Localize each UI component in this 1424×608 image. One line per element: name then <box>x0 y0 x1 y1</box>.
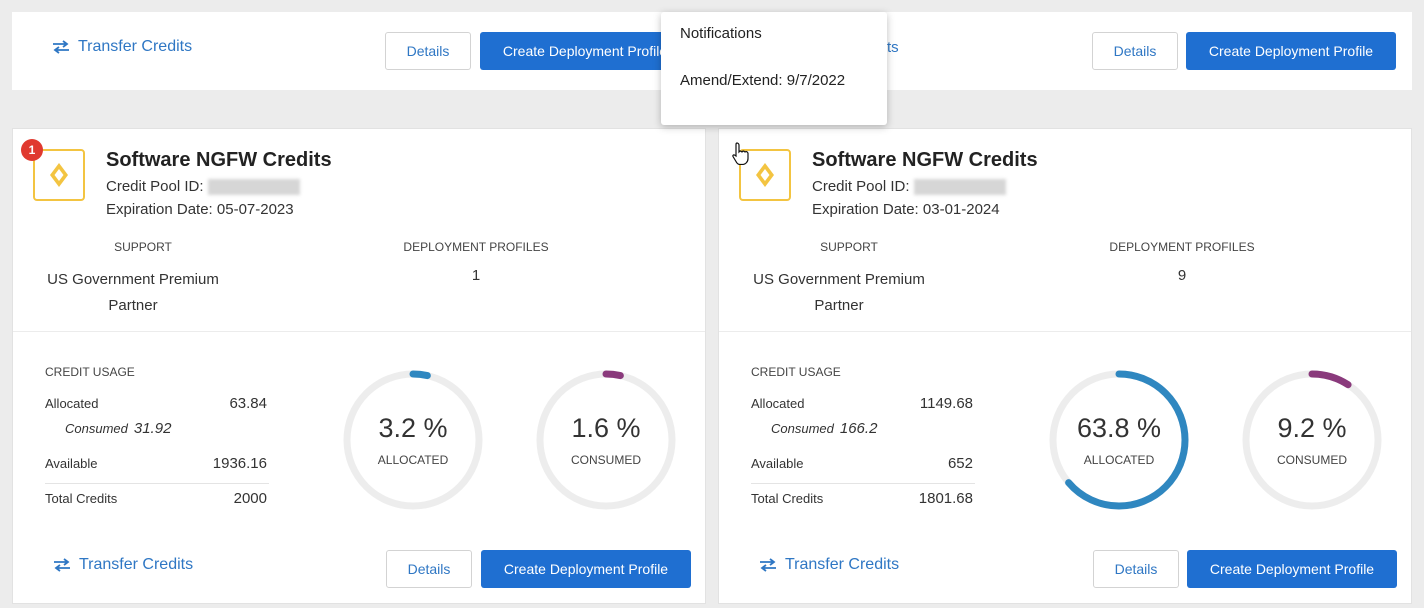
create-deployment-profile-button[interactable]: Create Deployment Profile <box>1187 550 1397 588</box>
support-line-1: US Government Premium <box>47 271 219 288</box>
consumed-row: Consumed 31.92 <box>65 420 171 437</box>
notification-item[interactable]: Amend/Extend: 9/7/2022 <box>680 72 845 89</box>
transfer-credits-label: Transfer Credits <box>79 556 194 573</box>
deployment-profiles-value: 9 <box>1177 267 1187 284</box>
allocated-gauge: 63.8 % ALLOCATED <box>1044 365 1194 515</box>
details-button[interactable]: Details <box>1093 550 1179 588</box>
credit-pool-id: Credit Pool ID: <box>812 178 1006 196</box>
create-deployment-profile-button[interactable]: Create Deployment Profile <box>480 32 690 70</box>
redacted-id <box>913 179 1006 196</box>
create-deployment-profile-button[interactable]: Create Deployment Profile <box>1186 32 1396 70</box>
consumed-value: 31.92 <box>133 420 172 437</box>
consumed-gauge-label: CONSUMED <box>1276 453 1347 467</box>
details-button[interactable]: Details <box>385 32 471 70</box>
credit-usage-label: CREDIT USAGE <box>45 365 135 379</box>
consumed-value: 166.2 <box>839 420 878 437</box>
transfer-arrows-icon <box>54 558 70 572</box>
credit-pool-id-label: Credit Pool ID: <box>106 178 204 195</box>
available-value: 1936.16 <box>212 455 267 472</box>
create-deployment-profile-button[interactable]: Create Deployment Profile <box>481 550 691 588</box>
allocated-gauge: 3.2 % ALLOCATED <box>338 365 488 515</box>
allocated-percent: 63.8 % <box>1076 413 1162 443</box>
transfer-credits-link[interactable]: Transfer Credits <box>759 556 899 574</box>
row-divider <box>45 483 269 484</box>
available-label: Available <box>751 456 804 471</box>
hand-pointer-cursor-icon <box>732 142 749 165</box>
details-button[interactable]: Details <box>386 550 472 588</box>
notification-badge[interactable]: 1 <box>21 139 43 161</box>
allocated-label: Allocated <box>45 396 99 411</box>
transfer-credits-label: Transfer Credits <box>78 38 193 55</box>
credit-pool-id-label: Credit Pool ID: <box>812 178 910 195</box>
total-credits-label: Total Credits <box>45 491 118 506</box>
consumed-row: Consumed 166.2 <box>771 420 877 437</box>
transfer-credits-label: Transfer Credits <box>785 556 900 573</box>
total-credits-value: 1801.68 <box>918 490 973 507</box>
transfer-arrows-icon <box>53 40 69 54</box>
allocated-gauge-label: ALLOCATED <box>1083 453 1155 467</box>
transfer-credits-link[interactable]: Transfer Credits <box>53 556 193 574</box>
allocated-label: Allocated <box>751 396 805 411</box>
allocated-gauge-label: ALLOCATED <box>377 453 449 467</box>
ngfw-logo-icon <box>33 149 85 201</box>
deployment-profiles-value: 1 <box>471 267 481 284</box>
row-divider <box>751 483 975 484</box>
transfer-arrows-icon <box>760 558 776 572</box>
available-label: Available <box>45 456 98 471</box>
credit-usage-label: CREDIT USAGE <box>751 365 841 379</box>
credit-pool-card: 1 Software NGFW Credits Credit Pool ID: … <box>12 128 706 604</box>
available-value: 652 <box>947 455 973 472</box>
deployment-profiles-header: DEPLOYMENT PROFILES <box>403 240 549 254</box>
details-button[interactable]: Details <box>1092 32 1178 70</box>
consumed-gauge-label: CONSUMED <box>570 453 641 467</box>
expiration-date: Expiration Date: 03-01-2024 <box>812 201 1000 218</box>
support-header: SUPPORT <box>820 240 878 254</box>
divider <box>13 331 705 332</box>
transfer-credits-fragment[interactable]: ts <box>887 39 899 56</box>
support-value: US Government Premium Partner <box>43 267 223 319</box>
allocated-value: 63.84 <box>229 395 267 412</box>
divider <box>719 331 1411 332</box>
consumed-label: Consumed <box>65 421 128 436</box>
total-credits-value: 2000 <box>233 490 267 507</box>
credit-pool-card: Software NGFW Credits Credit Pool ID: Ex… <box>718 128 1412 604</box>
card-title: Software NGFW Credits <box>106 149 332 171</box>
consumed-label: Consumed <box>771 421 834 436</box>
expiration-date: Expiration Date: 05-07-2023 <box>106 201 294 218</box>
consumed-gauge: 1.6 % CONSUMED <box>531 365 681 515</box>
deployment-profiles-header: DEPLOYMENT PROFILES <box>1109 240 1255 254</box>
notifications-popover: Notifications Amend/Extend: 9/7/2022 <box>661 12 887 125</box>
consumed-gauge: 9.2 % CONSUMED <box>1237 365 1387 515</box>
consumed-percent: 9.2 % <box>1277 413 1347 443</box>
support-line-2: Partner <box>108 297 158 314</box>
card-title: Software NGFW Credits <box>812 149 1038 171</box>
top-card-left: Transfer Credits Details Create Deployme… <box>12 12 706 90</box>
redacted-id <box>207 179 300 196</box>
support-header: SUPPORT <box>114 240 172 254</box>
consumed-percent: 1.6 % <box>571 413 641 443</box>
allocated-percent: 3.2 % <box>378 413 448 443</box>
support-value: US Government Premium Partner <box>749 267 929 319</box>
total-credits-label: Total Credits <box>751 491 824 506</box>
support-line-1: US Government Premium <box>753 271 925 288</box>
support-line-2: Partner <box>814 297 864 314</box>
notifications-title: Notifications <box>680 25 762 42</box>
transfer-credits-link[interactable]: Transfer Credits <box>52 38 192 56</box>
allocated-value: 1149.68 <box>919 395 973 412</box>
credit-pool-id: Credit Pool ID: <box>106 178 300 196</box>
